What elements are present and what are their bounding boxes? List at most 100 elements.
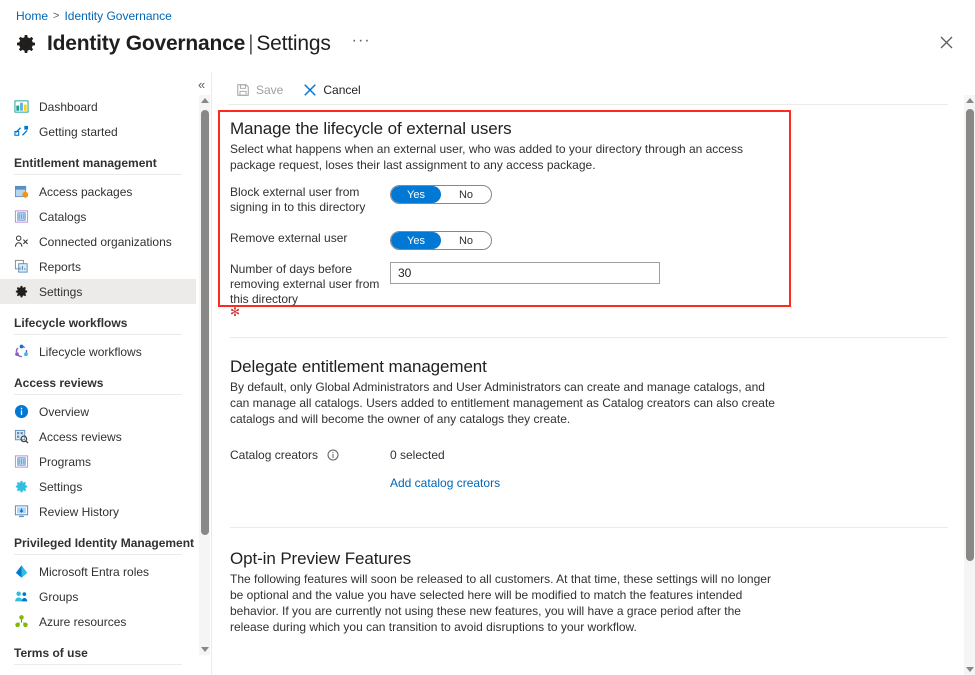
sidebar-group-rule — [14, 394, 182, 395]
lifecycle-description: Select what happens when an external use… — [230, 141, 758, 173]
groups-icon — [14, 589, 29, 604]
save-label: Save — [256, 83, 283, 97]
breadcrumb-home[interactable]: Home — [16, 8, 48, 24]
block-external-user-toggle[interactable]: Yes No — [390, 185, 492, 204]
sidebar-item-access-reviews[interactable]: Access reviews — [0, 424, 196, 449]
remove-external-user-no[interactable]: No — [441, 232, 491, 249]
settings-gear-icon — [14, 284, 29, 299]
getting-started-icon — [14, 124, 29, 139]
sidebar-item-programs[interactable]: Programs — [0, 449, 196, 474]
breadcrumb: Home > Identity Governance — [16, 8, 172, 24]
sidebar-group-header: Access reviews — [0, 364, 196, 394]
sidebar-item-label: Access packages — [39, 185, 132, 199]
sidebar-list: Dashboard Getting started Entitlement mana… — [0, 72, 196, 665]
breadcrumb-separator: > — [53, 8, 59, 24]
sidebar-item-overview[interactable]: Overview — [0, 399, 196, 424]
collapse-sidebar-button[interactable]: « — [198, 78, 205, 91]
sidebar-item-settings[interactable]: Settings — [0, 279, 196, 304]
required-asterisk-icon: ✻ — [230, 307, 390, 317]
catalog-creators-value: 0 selected — [390, 448, 445, 462]
info-circle-icon — [14, 404, 29, 419]
sidebar-item-label: Azure resources — [39, 615, 126, 629]
sidebar-item-connected-organizations[interactable]: Connected organizations — [0, 229, 196, 254]
close-icon[interactable] — [935, 31, 957, 53]
sidebar-item-label: Connected organizations — [39, 235, 172, 249]
save-icon — [236, 83, 250, 97]
catalog-creators-row: Catalog creators 0 selected — [230, 448, 445, 463]
sidebar-item-label: Lifecycle workflows — [39, 345, 142, 359]
delegate-section: Delegate entitlement management By defau… — [230, 357, 800, 427]
sidebar-item-microsoft-entra-roles[interactable]: Microsoft Entra roles — [0, 559, 196, 584]
azure-resources-icon — [14, 614, 29, 629]
content-scrollbar-thumb[interactable] — [966, 109, 974, 561]
sidebar-item-label: Programs — [39, 455, 91, 469]
sidebar-item-label: Dashboard — [39, 100, 98, 114]
sidebar-group-header: Entitlement management — [0, 144, 196, 174]
remove-external-user-yes[interactable]: Yes — [391, 232, 441, 249]
days-before-removing-input[interactable] — [390, 262, 660, 284]
save-button[interactable]: Save — [228, 78, 291, 102]
cancel-button[interactable]: Cancel — [295, 78, 368, 102]
remove-external-user-row: Remove external user Yes No — [230, 231, 492, 250]
more-options-icon[interactable]: ··· — [352, 36, 371, 53]
sidebar-item-dashboard[interactable]: Dashboard — [0, 94, 196, 119]
optin-section: Opt-in Preview Features The following fe… — [230, 549, 800, 635]
content-scroll-up-arrow[interactable] — [964, 95, 975, 106]
dashboard-icon — [14, 99, 29, 114]
gear-icon — [14, 32, 38, 56]
days-before-removing-row: Number of days before removing external … — [230, 262, 660, 317]
content-scrollbar[interactable] — [964, 95, 975, 675]
sidebar-group-rule — [14, 554, 182, 555]
sidebar-item-settings[interactable]: Settings — [0, 474, 196, 499]
sidebar-item-getting-started[interactable]: Getting started — [0, 119, 196, 144]
programs-icon — [14, 454, 29, 469]
catalog-creators-label-text: Catalog creators — [230, 448, 318, 462]
sidebar-item-catalogs[interactable]: Catalogs — [0, 204, 196, 229]
page-title-sub: Settings — [256, 32, 330, 55]
block-external-user-no[interactable]: No — [441, 186, 491, 203]
sidebar-group-rule — [14, 174, 182, 175]
command-bar: Save Cancel — [228, 78, 369, 102]
block-external-user-label: Block external user from signing in to t… — [230, 185, 390, 215]
sidebar-item-lifecycle-workflows[interactable]: Lifecycle workflows — [0, 339, 196, 364]
page-title-row: Identity Governance|Settings ··· — [14, 28, 371, 60]
lifecycle-title: Manage the lifecycle of external users — [230, 119, 790, 139]
add-catalog-creators-link[interactable]: Add catalog creators — [390, 476, 500, 490]
info-icon[interactable] — [327, 449, 339, 461]
breadcrumb-identity-governance[interactable]: Identity Governance — [64, 8, 171, 24]
sidebar-scroll-up-arrow[interactable] — [199, 95, 210, 106]
sidebar-item-access-packages[interactable]: Access packages — [0, 179, 196, 204]
lifecycle-section: Manage the lifecycle of external users S… — [230, 119, 790, 173]
sidebar-scrollbar[interactable] — [199, 95, 210, 655]
sidebar-item-review-history[interactable]: Review History — [0, 499, 196, 524]
sidebar-item-label: Reports — [39, 260, 81, 274]
sidebar-scrollbar-thumb[interactable] — [201, 110, 209, 535]
days-before-removing-label-text: Number of days before removing external … — [230, 262, 379, 306]
settings-blue-gear-icon — [14, 479, 29, 494]
sidebar-group-rule — [14, 664, 182, 665]
sidebar-group-rule — [14, 334, 182, 335]
sidebar-item-groups[interactable]: Groups — [0, 584, 196, 609]
content-scroll-down-arrow[interactable] — [964, 664, 975, 675]
review-history-icon — [14, 504, 29, 519]
catalog-creators-label: Catalog creators — [230, 448, 390, 463]
page-title-main: Identity Governance — [47, 32, 245, 55]
sidebar-item-label: Getting started — [39, 125, 118, 139]
entra-roles-icon — [14, 564, 29, 579]
sidebar-item-label: Overview — [39, 405, 89, 419]
reports-icon — [14, 259, 29, 274]
catalogs-icon — [14, 209, 29, 224]
azure-portal-blade: Home > Identity Governance Identity Gove… — [0, 0, 975, 675]
sidebar-item-label: Microsoft Entra roles — [39, 565, 149, 579]
sidebar-item-label: Catalogs — [39, 210, 86, 224]
sidebar-scroll-down-arrow[interactable] — [199, 644, 210, 655]
remove-external-user-toggle[interactable]: Yes No — [390, 231, 492, 250]
sidebar-group-header: Terms of use — [0, 634, 196, 664]
sidebar-group-header: Lifecycle workflows — [0, 304, 196, 334]
add-catalog-creators-wrap: Add catalog creators — [390, 474, 500, 492]
block-external-user-yes[interactable]: Yes — [391, 186, 441, 203]
optin-description: The following features will soon be rele… — [230, 571, 778, 635]
sidebar-item-reports[interactable]: Reports — [0, 254, 196, 279]
sidebar-item-label: Access reviews — [39, 430, 122, 444]
sidebar-item-azure-resources[interactable]: Azure resources — [0, 609, 196, 634]
